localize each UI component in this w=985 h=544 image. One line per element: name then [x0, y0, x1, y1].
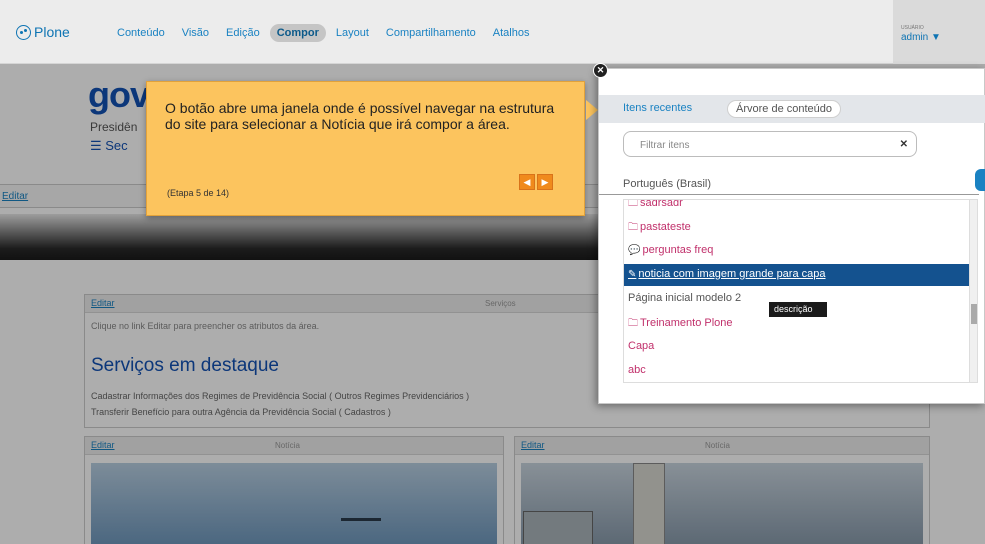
tour-popover: O botão abre uma janela onde é possível … [146, 81, 598, 216]
tab-content-tree[interactable]: Árvore de conteúdo [727, 100, 842, 118]
menu-conteudo[interactable]: Conteúdo [110, 24, 172, 42]
folder-icon: 🗀 [628, 318, 638, 329]
folder-icon: 🗀 [628, 199, 638, 209]
menu-edicao[interactable]: Edição [219, 24, 267, 42]
list-scrollbar[interactable] [969, 200, 977, 382]
clear-filter-icon[interactable]: ✕ [900, 139, 908, 150]
content-list: 🗀 sadrsadr 🗀 pastateste 💬 perguntas freq ✎ n… [623, 199, 978, 383]
tour-prev-button[interactable]: ◀ [519, 174, 535, 190]
list-item[interactable]: 🗀 sadrsadr [624, 199, 972, 214]
list-item[interactable]: 🗀 pastateste [624, 216, 972, 238]
news-icon: ✎ [628, 269, 637, 280]
tour-navigation: ◀ ▶ [519, 174, 553, 190]
list-item[interactable]: abc [624, 360, 972, 382]
user-menu[interactable]: usuário admin ▼ [893, 0, 985, 64]
plone-logo[interactable]: Plone [16, 24, 70, 40]
close-icon[interactable]: ✕ [593, 63, 608, 78]
item-tooltip: descrição [769, 302, 827, 317]
plone-logo-icon [16, 24, 31, 40]
menu-atalhos[interactable]: Atalhos [486, 24, 537, 42]
filter-placeholder: Filtrar itens [640, 140, 690, 151]
filter-input[interactable]: Filtrar itens ✕ [623, 131, 917, 157]
language-toggle-button[interactable] [975, 169, 985, 191]
plone-logo-text: Plone [34, 24, 70, 40]
tour-step-counter: (Etapa 5 de 14) [167, 188, 230, 198]
list-item-selected[interactable]: ✎ noticia com imagem grande para capa [624, 264, 972, 286]
list-item[interactable]: Capa [624, 336, 972, 358]
tour-next-button[interactable]: ▶ [537, 174, 553, 190]
tour-text: O botão abre uma janela onde é possível … [165, 100, 555, 132]
menu-compartilhamento[interactable]: Compartilhamento [379, 24, 483, 42]
folder-icon: 🗀 [628, 222, 638, 233]
scrollbar-thumb[interactable] [971, 304, 977, 324]
toolbar-menu: Conteúdo Visão Edição Compor Layout Comp… [110, 24, 539, 42]
list-item[interactable]: 💬 perguntas freq [624, 240, 972, 262]
menu-visao[interactable]: Visão [175, 24, 216, 42]
chat-icon: 💬 [628, 245, 641, 256]
menu-layout[interactable]: Layout [329, 24, 376, 42]
browser-tabs: Itens recentes Árvore de conteúdo [599, 95, 985, 123]
menu-compor[interactable]: Compor [269, 24, 326, 42]
content-browser-modal: ✕ Itens recentes Árvore de conteúdo Filt… [593, 63, 985, 404]
user-caption: usuário [901, 25, 924, 31]
language-selector[interactable]: Português (Brasil) [599, 173, 979, 195]
user-name[interactable]: admin ▼ [901, 32, 941, 43]
tab-recent-items[interactable]: Itens recentes [615, 100, 700, 116]
plone-toolbar: Plone Conteúdo Visão Edição Compor Layou… [0, 0, 985, 64]
